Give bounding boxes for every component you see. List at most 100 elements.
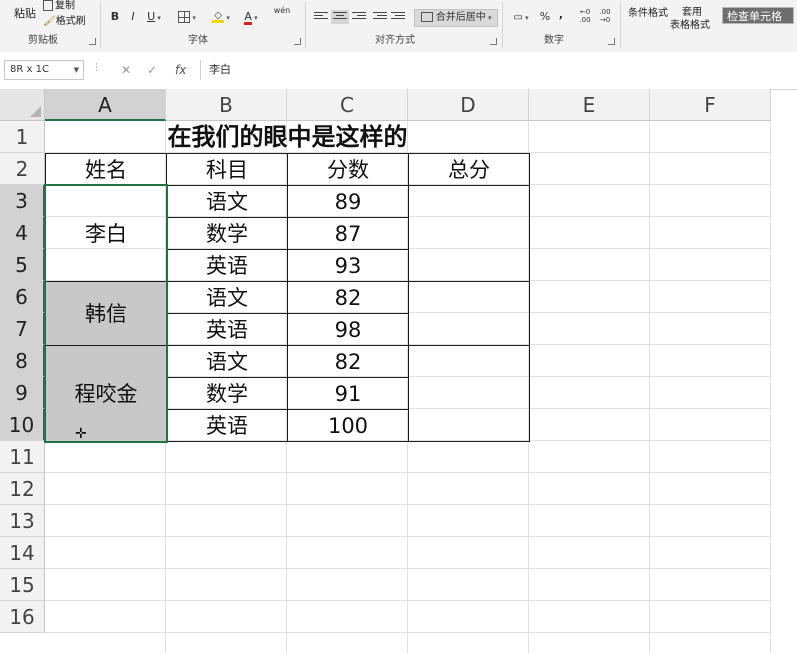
grid-cell[interactable] [529, 153, 650, 185]
name-cell[interactable]: 韩信 [45, 281, 167, 346]
grid-cell[interactable] [650, 409, 771, 441]
grid-cell[interactable] [650, 345, 771, 377]
grid-cell[interactable] [650, 153, 771, 185]
grid-cell[interactable] [166, 505, 287, 537]
grid-cell[interactable] [287, 601, 408, 633]
cancel-icon[interactable]: ✕ [121, 61, 131, 79]
row-header-3[interactable]: 3 [0, 185, 45, 217]
format-painter-button[interactable]: 🖌格式刷 [43, 16, 86, 28]
grid-cell[interactable] [287, 569, 408, 601]
name-cell[interactable]: 李白 [45, 185, 167, 282]
merge-center-button[interactable]: 合并后居中 ▾ [414, 9, 498, 27]
conditional-formatting-button[interactable]: 条件格式 [628, 8, 668, 20]
grid-cell[interactable] [529, 217, 650, 249]
header-cell[interactable]: 分数 [287, 153, 409, 186]
row-header-12[interactable]: 12 [0, 473, 45, 505]
fill-color-button[interactable]: ◇ ▾ [210, 9, 232, 25]
row-header-5[interactable]: 5 [0, 249, 45, 281]
row-header-9[interactable]: 9 [0, 377, 45, 409]
subject-cell[interactable]: 语文 [166, 345, 288, 378]
name-box[interactable]: 8R x 1C ▼ [4, 60, 84, 80]
grid-cell[interactable] [650, 473, 771, 505]
grid-cell[interactable] [408, 569, 529, 601]
score-cell[interactable]: 82 [287, 345, 409, 378]
grid-cell[interactable] [166, 473, 287, 505]
row-header-14[interactable]: 14 [0, 537, 45, 569]
grid-cell[interactable] [650, 185, 771, 217]
format-as-table-button-line1[interactable]: 套用 [682, 7, 702, 19]
grid-cell[interactable] [45, 441, 166, 473]
align-left-icon[interactable] [314, 12, 328, 24]
score-cell[interactable]: 100 [287, 409, 409, 442]
grid-cell[interactable] [408, 601, 529, 633]
grid-cell[interactable] [287, 473, 408, 505]
score-cell[interactable]: 87 [287, 217, 409, 250]
grid-cell[interactable] [166, 601, 287, 633]
row-header-4[interactable]: 4 [0, 217, 45, 249]
grid-cell[interactable] [650, 217, 771, 249]
grid-cell[interactable] [287, 505, 408, 537]
grid-cell[interactable] [166, 537, 287, 569]
grid-cell[interactable] [529, 281, 650, 313]
grid-cell[interactable] [529, 505, 650, 537]
subject-cell[interactable]: 英语 [166, 409, 288, 442]
grid-cell[interactable] [408, 473, 529, 505]
grid-cell[interactable] [529, 313, 650, 345]
grid-cell[interactable] [408, 441, 529, 473]
grid-cell[interactable] [529, 441, 650, 473]
column-header-a[interactable]: A [45, 89, 166, 121]
row-header-6[interactable]: 6 [0, 281, 45, 313]
increase-decimal-button[interactable]: ←0.00 [577, 8, 593, 24]
worksheet-grid[interactable]: ABCDEF 1 2 3 4 5 6 7 8 9 10 11 12 13 14 15 16 在我们的眼中是这样… [0, 89, 797, 653]
column-header-c[interactable]: C [287, 89, 408, 121]
row-header-10[interactable]: 10 [0, 409, 45, 441]
column-header-d[interactable]: D [408, 89, 529, 121]
font-color-button[interactable]: A ▾ [240, 9, 262, 25]
grid-cell[interactable] [650, 281, 771, 313]
grid-cell[interactable] [529, 249, 650, 281]
number-launcher[interactable] [608, 38, 615, 45]
grid-cell[interactable] [45, 473, 166, 505]
underline-button[interactable]: U ▾ [144, 9, 164, 25]
total-cell[interactable] [408, 185, 530, 282]
bold-button[interactable]: B [108, 9, 122, 25]
subject-cell[interactable]: 英语 [166, 249, 288, 282]
header-cell[interactable]: 姓名 [45, 153, 167, 186]
subject-cell[interactable]: 英语 [166, 313, 288, 346]
grid-cell[interactable] [650, 249, 771, 281]
name-cell[interactable]: 程咬金 [45, 345, 167, 442]
grid-cell[interactable] [529, 569, 650, 601]
grid-cell[interactable] [166, 569, 287, 601]
currency-button[interactable]: ▭ ▾ [510, 9, 532, 25]
grid-cell[interactable] [529, 537, 650, 569]
grid-cell[interactable] [650, 505, 771, 537]
row-header-2[interactable]: 2 [0, 153, 45, 185]
row-header-8[interactable]: 8 [0, 345, 45, 377]
grid-cell[interactable] [166, 633, 287, 653]
grid-cell[interactable] [650, 569, 771, 601]
grid-cell[interactable] [45, 537, 166, 569]
grid-cell[interactable] [45, 569, 166, 601]
grid-cell[interactable] [650, 377, 771, 409]
row-header-11[interactable]: 11 [0, 441, 45, 473]
grid-cell[interactable] [650, 121, 771, 153]
header-cell[interactable]: 科目 [166, 153, 288, 186]
column-header-b[interactable]: B [166, 89, 287, 121]
grid-cell[interactable] [45, 601, 166, 633]
copy-button[interactable]: 复制 [43, 0, 75, 13]
comma-button[interactable]: , [556, 7, 566, 23]
column-header-f[interactable]: F [650, 89, 771, 121]
score-cell[interactable]: 98 [287, 313, 409, 346]
align-right-icon[interactable] [352, 12, 366, 24]
subject-cell[interactable]: 数学 [166, 377, 288, 410]
grid-cell[interactable] [650, 633, 771, 653]
decrease-decimal-button[interactable]: .00 →0 [597, 8, 613, 24]
percent-button[interactable]: % [538, 9, 552, 25]
row-header-15[interactable]: 15 [0, 569, 45, 601]
clipboard-launcher[interactable] [89, 38, 96, 45]
borders-button[interactable]: ▾ [176, 9, 198, 25]
grid-cell[interactable] [166, 441, 287, 473]
grid-cell[interactable] [529, 345, 650, 377]
score-cell[interactable]: 82 [287, 281, 409, 314]
row-header-1[interactable]: 1 [0, 121, 45, 153]
